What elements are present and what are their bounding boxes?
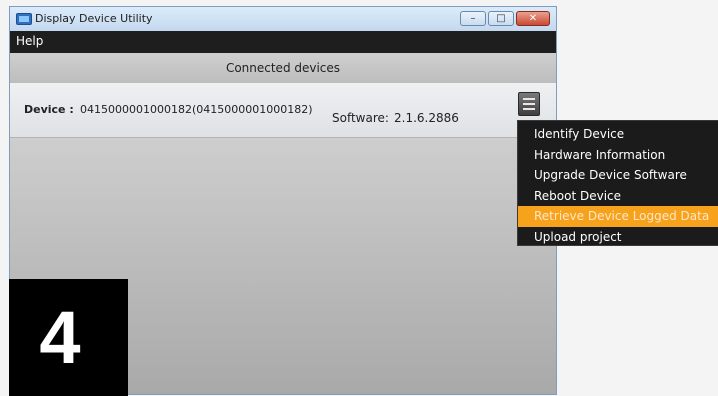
menu-item-retrieve-device-logged-data[interactable]: Retrieve Device Logged Data <box>518 206 718 227</box>
monitor-app-icon <box>16 13 32 25</box>
device-row[interactable]: Device : 0415000001000182(04150000010001… <box>10 83 556 138</box>
step-number-badge: 4 <box>9 279 128 396</box>
menu-item-upload-project[interactable]: Upload project <box>518 227 718 248</box>
title-bar[interactable]: Display Device Utility – □ ✕ <box>10 7 556 31</box>
device-context-menu: Identify Device Hardware Information Upg… <box>517 120 718 246</box>
menu-item-reboot-device[interactable]: Reboot Device <box>518 186 718 207</box>
step-number: 4 <box>39 296 81 379</box>
device-menu-button[interactable] <box>518 92 540 116</box>
menu-bar: Help <box>10 31 556 53</box>
minimize-button[interactable]: – <box>460 11 486 26</box>
connected-devices-header: Connected devices <box>10 53 556 84</box>
device-id: 0415000001000182(0415000001000182) <box>80 103 313 116</box>
software-label: Software: <box>332 111 389 125</box>
hamburger-icon <box>523 98 535 100</box>
menu-item-upgrade-device-software[interactable]: Upgrade Device Software <box>518 165 718 186</box>
menu-help[interactable]: Help <box>16 34 43 48</box>
maximize-button[interactable]: □ <box>488 11 514 26</box>
hamburger-icon-line <box>523 108 535 110</box>
window-title: Display Device Utility <box>35 12 153 25</box>
caption-buttons: – □ ✕ <box>460 11 550 27</box>
software-version: 2.1.6.2886 <box>394 111 459 125</box>
hamburger-icon-line <box>523 103 535 105</box>
menu-item-hardware-information[interactable]: Hardware Information <box>518 145 718 166</box>
close-button[interactable]: ✕ <box>516 11 550 26</box>
device-label: Device : <box>24 103 74 116</box>
menu-item-identify-device[interactable]: Identify Device <box>518 124 718 145</box>
